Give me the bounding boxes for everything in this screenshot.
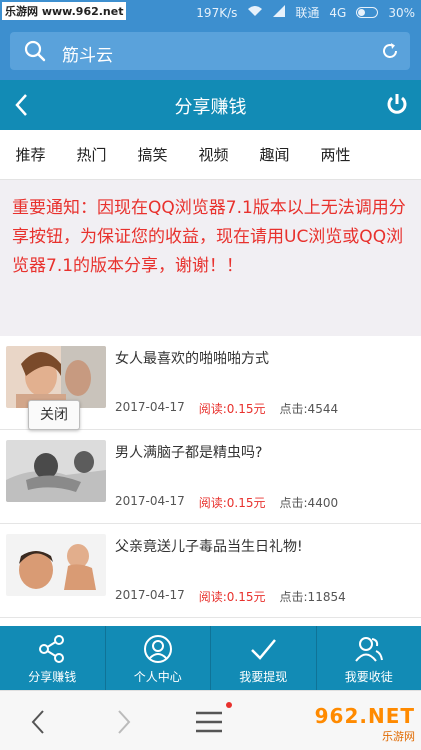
share-icon	[39, 635, 65, 663]
brand-logo: 962.NET 乐游网	[315, 704, 415, 744]
nav-share-earn[interactable]: 分享赚钱	[0, 626, 106, 690]
article-date: 2017-04-17	[115, 588, 185, 602]
nav-recruit[interactable]: 我要收徒	[317, 626, 421, 690]
article-clicks: 点击:11854	[279, 590, 346, 604]
power-icon[interactable]	[385, 92, 409, 120]
article-title: 男人满脑子都是精虫吗?	[115, 445, 263, 461]
title-bar: 分享赚钱	[0, 80, 421, 130]
list-item[interactable]: 父亲竟送儿子毒品当生日礼物! 2017-04-17 阅读:0.15元 点击:11…	[0, 524, 421, 618]
bottom-nav: 分享赚钱 个人中心 我要提现 我要收徒	[0, 626, 421, 690]
list-item[interactable]: 男人满脑子都是精虫吗? 2017-04-17 阅读:0.15元 点击:4400	[0, 430, 421, 524]
wifi-icon	[247, 5, 263, 20]
browser-forward-icon[interactable]	[116, 709, 132, 739]
tab-funny[interactable]: 搞笑	[122, 130, 183, 179]
nav-label: 我要收徒	[344, 670, 393, 684]
brand-logo-text: 962.NET	[314, 704, 415, 728]
carrier-label: 联通	[295, 6, 320, 20]
article-thumbnail	[6, 346, 106, 408]
article-date: 2017-04-17	[115, 494, 185, 508]
article-reward: 阅读:0.15元	[198, 590, 266, 604]
watermark: 乐游网 www.962.net	[2, 2, 127, 20]
nav-label: 个人中心	[133, 670, 182, 684]
nav-label: 我要提现	[239, 670, 288, 684]
search-input[interactable]: 筋斗云	[10, 32, 410, 70]
article-title: 女人最喜欢的啪啪啪方式	[115, 351, 269, 367]
article-clicks: 点击:4400	[279, 496, 339, 510]
brand-logo-subtext: 乐游网	[382, 730, 415, 743]
network-speed: 197K/s	[196, 5, 238, 20]
browser-back-icon[interactable]	[30, 709, 46, 739]
article-thumbnail	[6, 534, 106, 596]
close-button[interactable]: 关闭	[28, 400, 80, 430]
tab-video[interactable]: 视频	[183, 130, 244, 179]
important-notice: 重要通知：因现在QQ浏览器7.1版本以上无法调用分享按钮，为保证您的收益，现在请…	[0, 180, 421, 336]
tab-recommend[interactable]: 推荐	[0, 130, 61, 179]
battery-percent: 30%	[388, 5, 415, 20]
article-reward: 阅读:0.15元	[198, 496, 266, 510]
article-thumbnail	[6, 440, 106, 502]
tab-hot[interactable]: 热门	[61, 130, 122, 179]
battery-icon	[356, 7, 379, 18]
nav-personal-center[interactable]: 个人中心	[106, 626, 211, 690]
menu-icon[interactable]	[196, 711, 222, 737]
user-icon	[143, 635, 172, 663]
notification-dot	[226, 702, 232, 708]
users-icon	[354, 637, 383, 662]
tab-relationship[interactable]: 两性	[305, 130, 366, 179]
nav-withdraw[interactable]: 我要提现	[211, 626, 317, 690]
article-title: 父亲竟送儿子毒品当生日礼物!	[115, 539, 303, 555]
search-query: 筋斗云	[62, 46, 113, 66]
article-list: 女人最喜欢的啪啪啪方式 2017-04-17 阅读:0.15元 点击:4544 …	[0, 336, 421, 618]
tab-trivia[interactable]: 趣闻	[244, 130, 305, 179]
network-type: 4G	[329, 5, 347, 20]
article-clicks: 点击:4544	[279, 402, 339, 416]
signal-icon	[273, 5, 286, 20]
page-title: 分享赚钱	[174, 97, 247, 118]
article-reward: 阅读:0.15元	[198, 402, 266, 416]
search-bar: 筋斗云	[0, 24, 421, 80]
check-icon	[251, 639, 277, 660]
category-tabs: 推荐 热门 搞笑 视频 趣闻 两性	[0, 130, 421, 180]
nav-label: 分享赚钱	[28, 670, 77, 684]
search-icon[interactable]	[24, 40, 46, 66]
article-date: 2017-04-17	[115, 400, 185, 414]
refresh-icon[interactable]	[380, 41, 400, 65]
status-bar: 乐游网 www.962.net 197K/s 联通 4G 30%	[0, 0, 421, 24]
